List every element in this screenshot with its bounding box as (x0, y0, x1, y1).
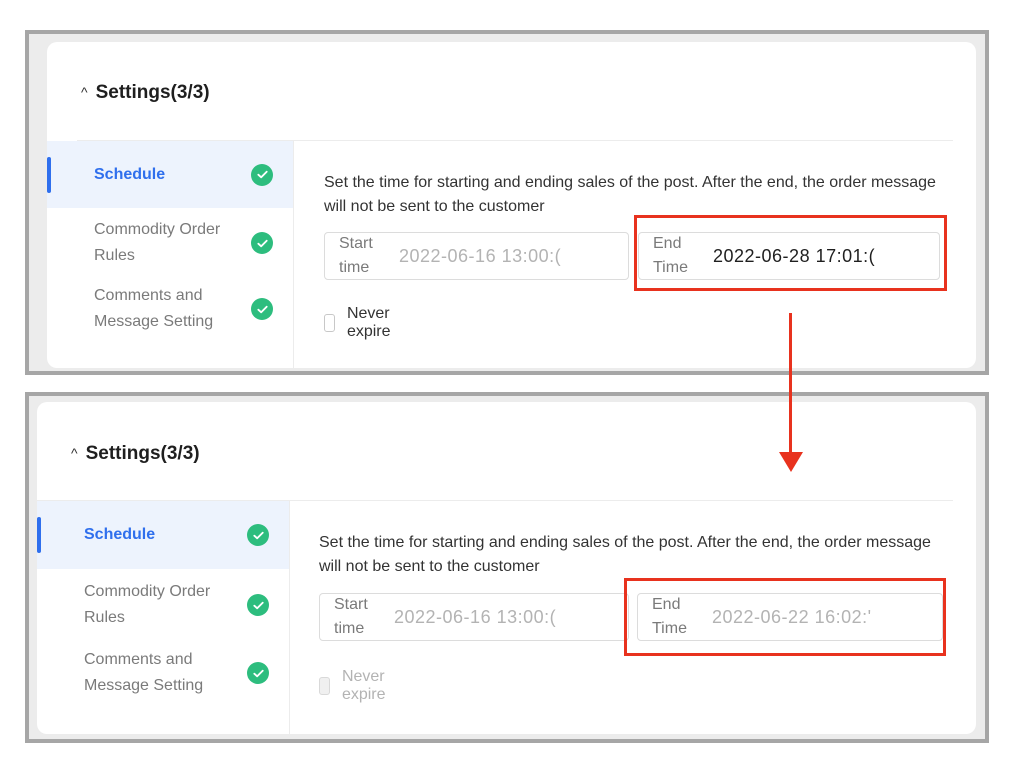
start-time-label: Start time (334, 596, 368, 637)
checkbox-box[interactable] (319, 677, 330, 695)
nav-item-schedule[interactable]: Schedule (47, 141, 293, 208)
nav-item-label: Comments and Message Setting (84, 651, 204, 694)
nav-item-commodity-order-rules[interactable]: Commodity Order Rules (37, 572, 289, 638)
settings-header[interactable]: ^ Settings(3/3) (71, 443, 200, 465)
start-time-value[interactable]: 2022-06-16 13:00:( (399, 246, 584, 267)
chevron-up-icon[interactable]: ^ (81, 84, 88, 100)
never-expire-checkbox[interactable]: Never expire (324, 305, 398, 341)
nav-item-comments-message-setting[interactable]: Comments and Message Setting (37, 640, 289, 706)
nav-item-commodity-order-rules[interactable]: Commodity Order Rules (47, 211, 293, 275)
settings-title: Settings(3/3) (85, 443, 200, 464)
end-time-highlight-before (634, 215, 947, 291)
start-time-field[interactable]: Start time 2022-06-16 13:00:( (319, 593, 629, 641)
nav-item-label: Schedule (94, 165, 166, 183)
check-circle-icon (251, 232, 273, 254)
check-circle-icon (247, 662, 269, 684)
check-circle-icon (251, 298, 273, 320)
arrow-down-icon (789, 313, 792, 456)
settings-card: ^ Settings(3/3) Schedule Commodity Order… (47, 42, 976, 368)
settings-nav: Schedule Commodity Order Rules Comments … (47, 141, 294, 368)
checkbox-box[interactable] (324, 314, 335, 332)
never-expire-label: Never expire (341, 668, 386, 703)
nav-item-label: Comments and Message Setting (94, 287, 214, 330)
start-time-field[interactable]: Start time 2022-06-16 13:00:( (324, 232, 629, 280)
settings-title: Settings(3/3) (95, 82, 210, 103)
settings-header[interactable]: ^ Settings(3/3) (81, 82, 210, 104)
settings-card: ^ Settings(3/3) Schedule Commodity Order… (37, 402, 976, 734)
nav-item-schedule[interactable]: Schedule (37, 501, 289, 569)
schedule-description: Set the time for starting and ending sal… (319, 534, 931, 575)
nav-item-comments-message-setting[interactable]: Comments and Message Setting (47, 277, 293, 341)
never-expire-checkbox[interactable]: Never expire (319, 668, 393, 704)
nav-item-label: Commodity Order Rules (94, 221, 221, 264)
schedule-description: Set the time for starting and ending sal… (324, 174, 936, 215)
settings-panel-before: ^ Settings(3/3) Schedule Commodity Order… (25, 30, 989, 375)
check-circle-icon (247, 594, 269, 616)
settings-nav: Schedule Commodity Order Rules Comments … (37, 501, 290, 734)
end-time-highlight-after (624, 578, 946, 656)
never-expire-label: Never expire (346, 305, 391, 340)
start-time-label: Start time (339, 235, 373, 276)
nav-item-label: Schedule (84, 526, 156, 543)
arrow-head (779, 452, 803, 472)
chevron-up-icon[interactable]: ^ (71, 445, 78, 461)
nav-item-label: Commodity Order Rules (84, 583, 211, 626)
check-circle-icon (247, 524, 269, 546)
start-time-value[interactable]: 2022-06-16 13:00:( (394, 607, 579, 628)
check-circle-icon (251, 163, 273, 186)
settings-panel-after: ^ Settings(3/3) Schedule Commodity Order… (25, 392, 989, 743)
